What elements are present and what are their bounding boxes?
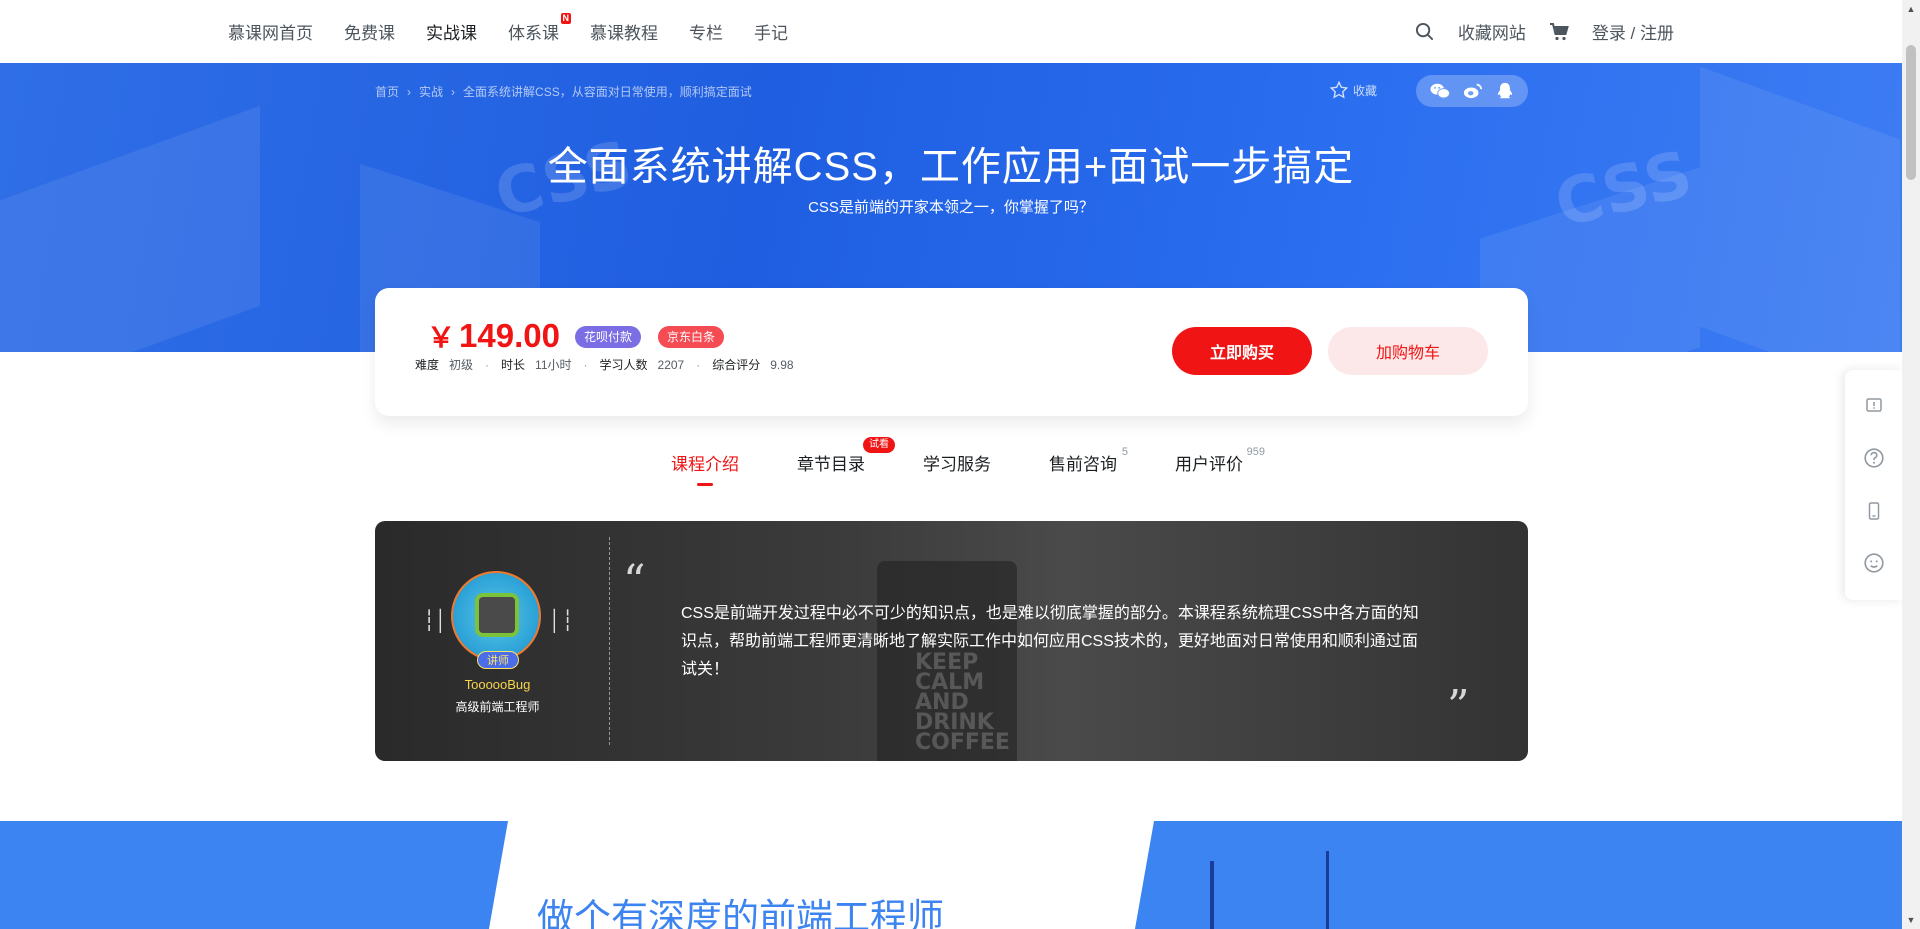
login-register-link[interactable]: 登录 / 注册 [1592,19,1674,44]
collect-label: 收藏 [1353,83,1378,98]
feature-heading: 做个有深度的前端工程师 [537,897,944,929]
course-price: ￥ 149.00 [427,316,560,356]
side-toolbar [1845,370,1902,600]
scroll-up-arrow[interactable]: ▲ [1902,0,1920,18]
nav-item-home[interactable]: 慕课网首页 [228,19,313,44]
stat-value-duration: 11小时 [535,358,572,372]
course-subtitle: CSS是前端的开家本领之一，你掌握了吗？ [808,199,1094,216]
consult-count: 5 [1121,446,1128,458]
tab-chapters[interactable]: 章节目录 试看 [797,437,895,475]
teacher-name[interactable]: ToooooBug [430,677,565,692]
share-bar [1416,75,1528,107]
feedback-icon[interactable] [1864,396,1884,416]
nav-actions: 收藏网站 登录 / 注册 [1392,0,1674,63]
nav-item-column[interactable]: 专栏 [689,19,723,44]
chevron-right-icon: › [407,84,412,99]
breadcrumb-current: 全面系统讲解CSS，从容面对日常使用，顺利搞定面试 [463,85,752,99]
stat-label-difficulty: 难度 [415,358,440,372]
buy-now-button[interactable]: 立即购买 [1172,327,1312,375]
stat-label-rating: 综合评分 [712,358,761,372]
tab-label: 用户评价 [1175,455,1243,474]
tab-label: 售前咨询 [1049,455,1117,474]
feature-section: 做个有深度的前端工程师 [0,821,1902,929]
jd-baitiao-tag: 京东白条 [658,326,725,348]
stat-value-difficulty: 初级 [449,358,474,372]
price-value: 149.00 [459,317,560,354]
cart-icon[interactable] [1548,21,1570,43]
breadcrumb: 首页 › 实战 › 全面系统讲解CSS，从容面对日常使用，顺利搞定面试 [375,83,752,100]
breadcrumb-home[interactable]: 首页 [375,83,399,100]
bookmark-site-link[interactable]: 收藏网站 [1458,19,1526,44]
chevron-right-icon: › [451,84,456,99]
quote-close-icon: ” [1447,681,1470,732]
stat-value-learners: 2207 [657,357,685,372]
stat-value-rating: 9.98 [770,357,794,372]
search-icon[interactable] [1414,21,1436,43]
tab-label: 章节目录 [797,455,865,474]
separator-dot: · [583,357,588,372]
stat-label-duration: 时长 [501,358,526,372]
separator-dot: · [485,357,490,372]
add-to-cart-button[interactable]: 加购物车 [1328,327,1488,375]
page-scrollbar[interactable]: ▲ ▼ [1902,0,1920,929]
tab-label: 课程介绍 [671,455,739,474]
nav-item-practical[interactable]: 实战课 [426,19,477,44]
course-description: CSS是前端开发过程中必不可少的知识点，也是难以彻底掌握的部分。本课程系统梳理C… [681,605,1419,678]
chip-icon [479,597,515,633]
scroll-thumb[interactable] [1906,45,1916,180]
top-navigation: 慕课网首页 免费课 实战课 体系课 N 慕课教程 专栏 手记 收藏网站 登录 / … [0,0,1902,63]
sound-wave-icon: │┆ [549,610,574,632]
tab-course-intro[interactable]: 课程介绍 [671,450,739,475]
avatar[interactable] [451,571,541,661]
course-stats: 难度 初级 · 时长 11小时 · 学习人数 2207 · 综合评分 9.98 [415,356,794,373]
course-intro-panel: KEEP CALM AND DRINK COFFEE ┆│ │┆ 讲师 Tooo… [375,521,1528,761]
star-icon [1330,81,1348,99]
teacher-title: 高级前端工程师 [455,700,540,714]
collect-button[interactable]: 收藏 [1330,81,1377,99]
nav-item-notes[interactable]: 手记 [754,19,788,44]
scroll-down-arrow[interactable]: ▼ [1902,911,1920,929]
dashed-divider [609,537,610,745]
trial-badge: 试看 [863,437,895,453]
review-count: 959 [1246,446,1265,458]
lecturer-badge: 讲师 [477,651,519,669]
currency-symbol: ￥ [427,322,456,353]
nav-item-free[interactable]: 免费课 [344,19,395,44]
separator-dot: · [696,357,701,372]
weibo-icon[interactable] [1463,82,1483,100]
breadcrumb-practical[interactable]: 实战 [419,83,443,100]
new-badge: N [560,13,571,24]
nav-links: 慕课网首页 免费课 实战课 体系课 N 慕课教程 专栏 手记 [228,0,819,63]
nav-item-system-label: 体系课 [508,24,559,43]
tab-learning-service[interactable]: 学习服务 [923,450,991,475]
quote-open-icon: “ [623,556,646,607]
nav-item-system[interactable]: 体系课 N [508,13,571,44]
nav-item-tutorial[interactable]: 慕课教程 [590,19,658,44]
wechat-icon[interactable] [1430,82,1451,100]
price-card: ￥ 149.00 花呗付款 京东白条 难度 初级 · 时长 11小时 · 学习人数… [375,288,1528,416]
tower-illustration [1326,851,1329,929]
stat-label-learners: 学习人数 [599,358,648,372]
tab-label: 学习服务 [923,455,991,474]
tab-presale-consult[interactable]: 售前咨询 5 [1049,446,1128,475]
huabei-payment-tag: 花呗付款 [575,326,642,348]
course-tabs: 课程介绍 章节目录 试看 学习服务 售前咨询 5 用户评价 959 [671,437,1301,475]
course-title: 全面系统讲解CSS，工作应用+面试一步搞定 [547,145,1355,189]
mobile-icon[interactable] [1864,501,1884,521]
qq-icon[interactable] [1496,82,1514,100]
tab-user-reviews[interactable]: 用户评价 959 [1175,446,1265,475]
help-icon[interactable] [1863,447,1885,469]
smile-icon[interactable] [1863,552,1885,574]
sound-wave-icon: ┆│ [423,610,448,632]
tower-illustration [1210,861,1214,929]
